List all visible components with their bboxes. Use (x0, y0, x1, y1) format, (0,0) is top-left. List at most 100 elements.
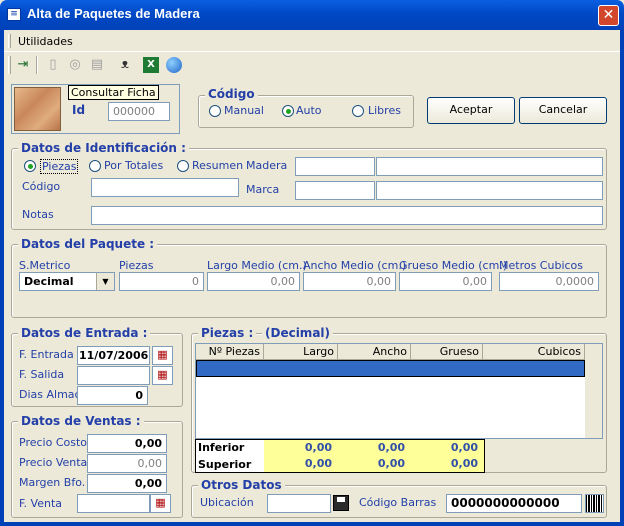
f-salida-calendar-icon[interactable]: ▦ (152, 366, 173, 385)
ubicacion-field[interactable] (267, 494, 331, 513)
piezas-count-label: Piezas (119, 259, 154, 272)
notas-field[interactable] (91, 206, 603, 225)
close-button[interactable]: ✕ (598, 5, 619, 26)
inferior-label: Inferior (198, 441, 245, 454)
aceptar-button[interactable]: Aceptar (427, 97, 515, 124)
entrada-legend: Datos de Entrada : (18, 326, 151, 340)
precio-costo-label: Precio Costo (19, 436, 88, 449)
toolbar-separator (36, 56, 38, 74)
f-venta-label: F. Venta (19, 497, 63, 510)
codigo-legend: Código (205, 87, 258, 101)
auto-radio[interactable] (282, 105, 294, 117)
manual-label[interactable]: Manual (224, 104, 264, 117)
grid-header-largo[interactable]: Largo (264, 344, 338, 360)
document-icon[interactable]: ▯ (44, 56, 62, 74)
preview-icon[interactable]: ◎ (66, 56, 84, 74)
grid-selected-row[interactable] (196, 360, 585, 377)
piezas-radio[interactable] (24, 160, 36, 172)
superior-label: Superior (198, 458, 252, 471)
smetrico-dropdown-icon[interactable]: ▼ (96, 273, 114, 290)
menu-utilidades[interactable]: Utilidades (18, 35, 73, 48)
window-frame-bottom (0, 522, 624, 526)
grueso-medio-label: Grueso Medio (cm.) (399, 259, 508, 272)
inferior-grueso: 0,00 (411, 440, 484, 456)
libres-label[interactable]: Libres (368, 104, 401, 117)
piezas-count-field[interactable]: 0 (119, 272, 204, 291)
margen-field[interactable]: 0,00 (87, 474, 167, 493)
excel-icon[interactable]: X (143, 57, 159, 73)
f-salida-label: F. Salida (19, 368, 65, 381)
superior-grueso: 0,00 (411, 456, 484, 472)
codigo-id-label: Código (22, 180, 61, 193)
f-venta-field[interactable] (77, 494, 150, 513)
wood-image (14, 87, 61, 131)
f-entrada-field[interactable]: 11/07/2006 (77, 346, 150, 365)
consultar-ficha-tooltip: Consultar Ficha (68, 85, 159, 100)
barcode-icon[interactable] (585, 494, 604, 513)
metros-cubicos-label: Metros Cubicos (499, 259, 584, 272)
grid-header-npiezas[interactable]: Nº Piezas (196, 344, 264, 360)
marca-code-field[interactable] (295, 181, 375, 200)
por-totales-radio[interactable] (89, 160, 101, 172)
marca-name-field[interactable] (376, 181, 603, 200)
piezas-label[interactable]: Piezas (40, 159, 79, 174)
largo-medio-label: Largo Medio (cm.) (207, 259, 307, 272)
exit-icon[interactable]: ⇥ (14, 56, 32, 74)
madera-name-field[interactable] (376, 157, 603, 176)
f-venta-calendar-icon[interactable]: ▦ (150, 494, 171, 513)
resumen-radio[interactable] (177, 160, 189, 172)
print-icon[interactable]: ▤ (88, 56, 106, 74)
piezas-grid-legend: Piezas : (198, 326, 257, 340)
window-frame-right (620, 30, 624, 526)
precio-venta-field[interactable]: 0,00 (87, 454, 167, 473)
codigo-barras-label: Código Barras (359, 496, 437, 509)
por-totales-label[interactable]: Por Totales (104, 159, 163, 172)
precio-costo-field[interactable]: 0,00 (87, 434, 167, 453)
app-icon: ≡ (7, 8, 21, 21)
piezas-grid-mode: (Decimal) (262, 326, 334, 340)
grid-scrollbar[interactable] (585, 344, 602, 438)
save-icon[interactable] (333, 495, 349, 511)
paquete-legend: Datos del Paquete : (18, 237, 158, 251)
id-label: Id (72, 103, 86, 117)
menu-grip (8, 34, 11, 48)
largo-medio-field[interactable]: 0,00 (207, 272, 300, 291)
marca-label: Marca (246, 183, 280, 196)
window-title: Alta de Paquetes de Madera (27, 6, 200, 21)
codigo-barras-field[interactable]: 0000000000000 (446, 494, 582, 513)
metros-cubicos-field[interactable]: 0,0000 (499, 272, 599, 291)
resumen-label[interactable]: Resumen (192, 159, 243, 172)
notas-label: Notas (22, 208, 54, 221)
dias-almac-field[interactable]: 0 (77, 386, 148, 405)
grueso-medio-field[interactable]: 0,00 (399, 272, 492, 291)
binoculars-icon[interactable]: ᴥ (116, 56, 134, 74)
f-salida-field[interactable] (77, 366, 150, 385)
superior-ancho: 0,00 (338, 456, 411, 472)
save-icon-label (337, 497, 345, 502)
precio-venta-label: Precio Venta (19, 456, 88, 469)
grid-header-ancho[interactable]: Ancho (338, 344, 411, 360)
window-frame-left (0, 30, 4, 526)
globe-icon[interactable] (166, 57, 182, 73)
auto-label[interactable]: Auto (296, 104, 322, 117)
madera-code-field[interactable] (295, 157, 375, 176)
inferior-ancho: 0,00 (338, 440, 411, 456)
identificacion-legend: Datos de Identificación : (18, 141, 189, 155)
cancelar-button[interactable]: Cancelar (519, 97, 607, 124)
grid-header-cubicos[interactable]: Cubicos (483, 344, 585, 360)
grid-header-grueso[interactable]: Grueso (411, 344, 483, 360)
ancho-medio-label: Ancho Medio (cm.) (303, 259, 407, 272)
id-field[interactable]: 000000 (108, 102, 170, 121)
libres-radio[interactable] (352, 105, 364, 117)
superior-largo: 0,00 (264, 456, 338, 472)
manual-radio[interactable] (209, 105, 221, 117)
menu-bar (4, 30, 620, 52)
ancho-medio-field[interactable]: 0,00 (303, 272, 396, 291)
inferior-largo: 0,00 (264, 440, 338, 456)
dias-almac-label: Dias Almac. (19, 388, 85, 401)
f-entrada-calendar-icon[interactable]: ▦ (152, 346, 173, 365)
codigo-field[interactable] (91, 178, 239, 197)
f-entrada-label: F. Entrada (19, 348, 74, 361)
toolbar-grip (8, 56, 11, 74)
margen-label: Margen Bfo. (19, 476, 86, 489)
